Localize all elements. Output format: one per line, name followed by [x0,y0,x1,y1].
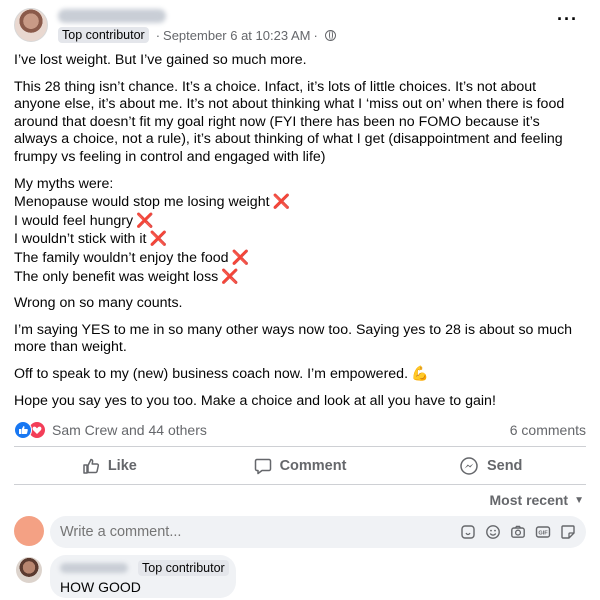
myths-list: Menopause would stop me losing weight ❌ I… [14,193,586,286]
emoji-icon[interactable] [484,524,501,541]
author-name-redacted[interactable] [58,9,166,23]
like-label: Like [107,458,137,474]
send-button[interactable]: Send [395,450,586,482]
commenter-name-redacted[interactable] [60,563,128,573]
divider [14,446,586,447]
myth-item: The family wouldn’t enjoy the food ❌ [14,248,249,266]
post-paragraph: I’ve lost weight. But I’ve gained so muc… [14,52,307,68]
post-paragraph: I’m saying YES to me in so many other wa… [14,321,573,356]
gif-icon[interactable]: GIF [534,524,551,541]
comment-text: HOW GOOD [60,579,141,595]
post-timestamp[interactable]: September 6 at 10:23 AM [163,28,310,43]
myth-item: The only benefit was weight loss ❌ [14,267,239,285]
cross-mark-icon: ❌ [136,211,154,228]
comment-label: Comment [279,458,347,474]
myths-heading: My myths were: [14,175,114,192]
messenger-icon [460,457,478,475]
sticker-face-icon[interactable] [559,524,576,541]
chevron-down-icon: ▼ [574,494,584,506]
post-meta: Top contributor · September 6 at 10:23 A… [58,26,336,44]
current-user-avatar [14,516,44,546]
commenter-badge: Top contributor [138,560,229,576]
post-actions: Like Comment Send [14,450,586,482]
commenter-avatar[interactable] [16,557,42,583]
thumbs-up-icon [83,458,99,474]
like-button[interactable]: Like [14,450,205,482]
divider [14,484,586,485]
post-header: Top contributor · September 6 at 10:23 A… [0,0,600,48]
meta-separator-2: · [313,27,318,43]
comment-composer: GIF [50,516,586,548]
comment-sort-dropdown[interactable]: Most recent ▼ [490,492,584,508]
author-badge: Top contributor [58,27,149,43]
myth-item: I wouldn’t stick with it ❌ [14,230,167,248]
author-avatar[interactable] [14,8,48,42]
comment-bubble: Top contributor HOW GOOD [50,555,236,598]
meta-separator: · [155,27,161,43]
sort-label: Most recent [489,492,569,508]
post-paragraph: This 28 thing isn’t chance. It’s a choic… [14,78,565,165]
myth-item: Menopause would stop me losing weight ❌ [14,193,290,211]
comment-button[interactable]: Comment [205,450,396,482]
svg-text:GIF: GIF [538,531,548,537]
send-label: Send [486,458,523,474]
camera-icon[interactable] [509,524,526,541]
post-body: I’ve lost weight. But I’ve gained so muc… [14,52,586,419]
composer-icons: GIF [459,524,576,541]
cross-mark-icon: ❌ [221,267,239,284]
more-options-icon[interactable]: ··· [557,10,578,28]
flexed-arm-icon: 💪 [411,365,429,382]
speech-bubble-icon [254,458,271,475]
comment-input[interactable] [60,524,459,540]
cross-mark-icon: ❌ [149,230,167,247]
comment-count[interactable]: 6 comments [510,422,586,438]
post-paragraph: Hope you say yes to you too. Make a choi… [14,392,496,409]
myth-item: I would feel hungry ❌ [14,211,154,229]
reaction-names[interactable]: Sam Crew and 44 others [52,422,207,438]
post-paragraph: Wrong on so many counts. [14,295,183,312]
post-paragraph: Off to speak to my (new) business coach … [14,365,429,382]
reactions-summary: Sam Crew and 44 others 6 comments [14,418,586,442]
sticker-icon[interactable] [459,524,476,541]
cross-mark-icon: ❌ [231,248,249,265]
globe-icon [324,29,336,41]
cross-mark-icon: ❌ [272,193,290,210]
like-reaction-icon[interactable] [14,421,32,439]
